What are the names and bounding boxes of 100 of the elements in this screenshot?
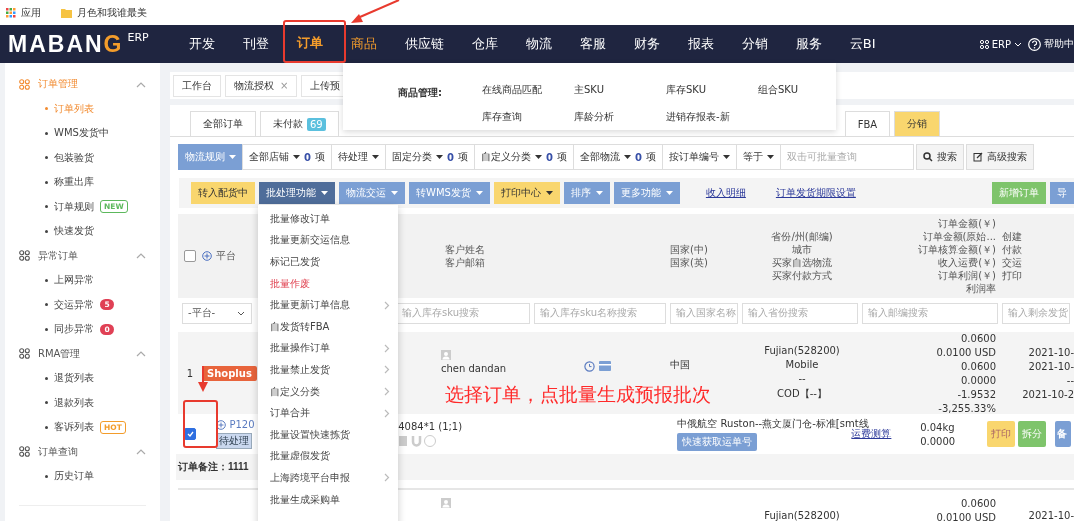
platform-select[interactable]: -平台- bbox=[182, 302, 252, 324]
caret-icon bbox=[722, 155, 730, 159]
menu-item[interactable]: 订单合并 bbox=[258, 402, 398, 424]
sidebar-item[interactable]: WMS发货中 bbox=[5, 121, 160, 146]
sidebar-item[interactable]: 称重出库 bbox=[5, 170, 160, 195]
filter-select[interactable]: 待处理 bbox=[330, 144, 386, 170]
date-info: 2021-10- 2021-10- -- 2021-10-2 bbox=[1021, 346, 1074, 400]
erp-menu[interactable]: ERP bbox=[979, 38, 1022, 50]
action-button[interactable]: 批处理功能 bbox=[259, 182, 335, 204]
sidebar-item[interactable]: 包装验货 bbox=[5, 145, 160, 170]
filter-select[interactable]: 自定义分类 0 项 bbox=[473, 144, 574, 170]
freight-estimate-link[interactable]: 运费测算 bbox=[851, 427, 921, 441]
sidebar-item[interactable]: 历史订单 bbox=[5, 464, 160, 489]
menu-link[interactable]: 库龄分析 bbox=[574, 111, 614, 122]
grid-icon bbox=[19, 348, 30, 360]
column-header: 订单金额(￥) 订单金额(原始... 订单核算金额(￥) 收入运费(￥) 订单利润(￥) 利润率 bbox=[917, 217, 997, 295]
status-tab[interactable]: 分销 bbox=[894, 111, 941, 136]
nav-item[interactable]: 报表 bbox=[687, 25, 714, 63]
caret-icon bbox=[766, 155, 774, 159]
date-info: 2021-10- bbox=[1027, 509, 1074, 521]
menu-item[interactable]: 批量修改订单 bbox=[258, 208, 398, 230]
address-info: Fujian(528200) bbox=[763, 509, 841, 521]
chevron-right-icon bbox=[384, 473, 390, 483]
nav-item[interactable]: 服务 bbox=[795, 25, 822, 63]
nav-item[interactable]: 财务 bbox=[633, 25, 660, 63]
menu-item[interactable]: 批量禁止发货 bbox=[258, 359, 398, 381]
select-all-checkbox[interactable] bbox=[184, 250, 196, 262]
nav-item[interactable]: 刊登 bbox=[242, 25, 269, 63]
page-tab[interactable]: 物流授权 × bbox=[225, 74, 298, 97]
action-button[interactable]: 转入配货中 bbox=[191, 182, 255, 204]
clock-icon bbox=[584, 360, 595, 372]
country: 中国 bbox=[670, 358, 691, 372]
action-link[interactable]: 收入明细 bbox=[701, 182, 750, 204]
status-tab[interactable]: 全部订单 bbox=[190, 111, 256, 136]
menu-link[interactable]: 主SKU bbox=[574, 84, 604, 95]
menu-item[interactable]: 自定义分类 bbox=[258, 380, 398, 403]
nav-item[interactable]: 客服 bbox=[579, 25, 606, 63]
menu-item[interactable]: 批量作废 bbox=[258, 272, 398, 295]
menu-item[interactable]: 批量操作订单 bbox=[258, 337, 398, 360]
caret-icon bbox=[321, 191, 328, 195]
menu-item[interactable]: 上海跨境平台申报 bbox=[258, 467, 398, 489]
filter-select[interactable]: 固定分类 0 项 bbox=[384, 144, 475, 170]
nav-item[interactable]: 分销 bbox=[741, 25, 768, 63]
nav-item[interactable]: 开发 bbox=[188, 25, 215, 63]
nav-item[interactable]: 订单 bbox=[296, 25, 323, 63]
caret-icon bbox=[371, 155, 379, 159]
menu-title: 商品管理: bbox=[398, 86, 442, 100]
filter-select[interactable]: 等于 bbox=[735, 144, 781, 170]
menu-item[interactable]: 自发货转FBA bbox=[258, 315, 398, 338]
nav-item[interactable]: 商品 bbox=[350, 25, 377, 63]
menu-link[interactable]: 库存查询 bbox=[482, 111, 522, 122]
caret-icon bbox=[665, 191, 673, 195]
action-link[interactable]: 订单发货期限设置 bbox=[771, 182, 860, 204]
bookmark-label[interactable]: 应用 bbox=[21, 5, 41, 20]
menu-item[interactable]: 标记已发货 bbox=[258, 251, 398, 273]
nav-item[interactable]: 云BI bbox=[849, 25, 876, 63]
filter-select[interactable]: 全部物流 0 项 bbox=[572, 144, 663, 170]
platform-header[interactable]: 平台 bbox=[202, 250, 256, 262]
menu-item[interactable]: 批量虚假发货 bbox=[258, 445, 398, 468]
menu-link[interactable]: 在线商品匹配 bbox=[482, 84, 542, 95]
menu-link[interactable]: 组合SKU bbox=[758, 84, 798, 95]
sidebar-group[interactable]: RMA管理 bbox=[5, 341, 160, 366]
caret-icon bbox=[391, 191, 398, 195]
bookmark-label[interactable]: 月色和我谁最美 bbox=[77, 5, 147, 20]
status-tag: 待处理 bbox=[216, 433, 253, 449]
sidebar-group[interactable]: 订单查询 bbox=[5, 439, 160, 464]
sku-quantity: 4084*1 (1;1) bbox=[398, 421, 463, 432]
nav-item[interactable]: 供应链 bbox=[404, 25, 444, 63]
menu-item[interactable]: 批量更新订单信息 bbox=[258, 294, 398, 316]
menu-item[interactable]: 批量更新交运信息 bbox=[258, 229, 398, 252]
status-tab[interactable]: FBA bbox=[844, 111, 891, 136]
column-header: 省份/州(邮编) 城市 买家自选物流 买家付款方式 bbox=[770, 230, 834, 282]
edit-icon bbox=[972, 152, 983, 162]
caret-icon bbox=[475, 191, 483, 195]
search-button[interactable]: 搜索 bbox=[915, 144, 964, 170]
menu-link[interactable]: 进销存报表-新 bbox=[666, 111, 730, 122]
customer-name: chen dandan bbox=[441, 363, 507, 374]
address-info: Fujian(528200) Mobile -- COD【--】 bbox=[763, 345, 841, 401]
menu-link[interactable]: 库存SKU bbox=[666, 84, 706, 95]
chevron-up-icon bbox=[136, 253, 146, 260]
sidebar-item[interactable]: 上网异常 bbox=[5, 268, 160, 293]
advanced-search-button[interactable]: 高级搜索 bbox=[965, 144, 1034, 170]
filter-select[interactable]: 全部店铺 0 项 bbox=[242, 144, 332, 170]
menu-item[interactable]: 批量设置快速拣货 bbox=[258, 423, 398, 446]
caret-icon bbox=[545, 191, 553, 195]
sidebar-group[interactable]: 异常订单 bbox=[5, 243, 160, 268]
sidebar-item[interactable]: 退货列表 bbox=[5, 366, 160, 391]
action-button[interactable]: 打印中心 bbox=[493, 182, 560, 204]
menu-item[interactable]: 批量生成采购单 bbox=[258, 488, 398, 511]
help-link[interactable]: 帮助中 bbox=[1028, 37, 1074, 51]
nav-item[interactable]: 仓库 bbox=[471, 25, 498, 63]
order-number[interactable]: P120 bbox=[216, 419, 255, 430]
sidebar-item[interactable]: 退款列表 bbox=[5, 390, 160, 415]
sidebar-item[interactable]: 快速发货 bbox=[5, 219, 160, 244]
folder-icon bbox=[61, 7, 72, 18]
nav-item[interactable]: 物流 bbox=[525, 25, 552, 63]
page-tab[interactable]: 工作台 bbox=[173, 74, 221, 97]
filter-select[interactable]: 按订单编号 bbox=[661, 144, 737, 170]
status-tab[interactable]: 未付款 69 bbox=[260, 111, 339, 136]
annotation-arrow bbox=[350, 0, 400, 24]
